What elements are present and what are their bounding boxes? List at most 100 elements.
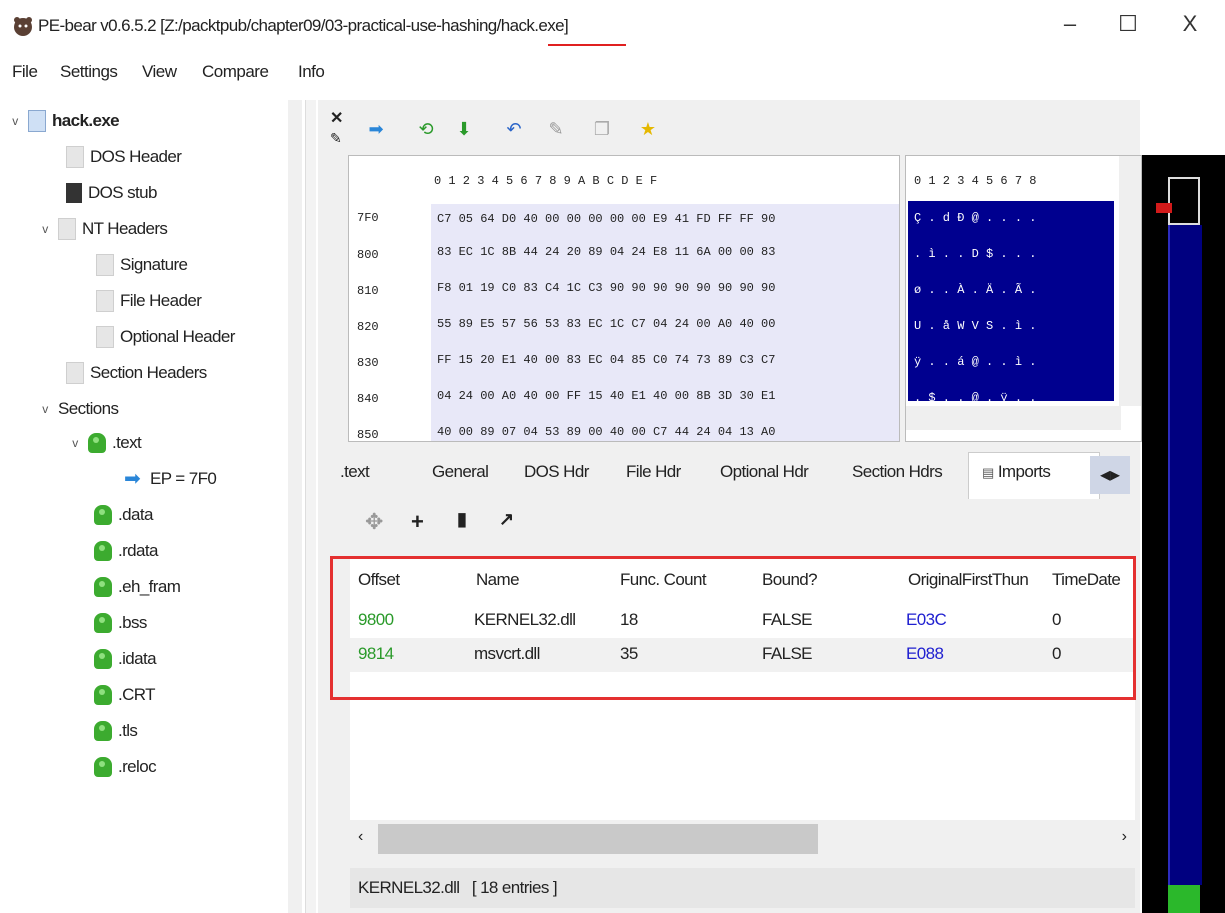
tree-item-file-header[interactable]: File Header	[96, 286, 202, 316]
tree-item-signature[interactable]: Signature	[96, 250, 188, 280]
add-icon[interactable]: +	[411, 509, 424, 535]
menu-info[interactable]: Info	[298, 62, 325, 82]
section-map[interactable]	[1142, 155, 1225, 913]
tree-item-tls-section[interactable]: .tls	[94, 716, 138, 746]
hex-address: 810	[357, 284, 379, 298]
section-frog-icon	[88, 433, 106, 453]
menu-settings[interactable]: Settings	[60, 62, 118, 82]
title-bar: PE-bear v0.6.5.2 [Z:/packtpub/chapter09/…	[0, 0, 1225, 58]
go-to-arrow-icon[interactable]: ➡	[365, 118, 387, 140]
tree-item-text-section[interactable]: v .text	[68, 428, 142, 458]
tab-scroll-arrows-icon[interactable]: ◂▸	[1090, 456, 1130, 494]
tree-label: NT Headers	[82, 219, 168, 238]
tree-label: DOS Header	[90, 147, 182, 166]
scroll-right-icon[interactable]: ›	[1122, 828, 1127, 846]
tree-item-sections[interactable]: v Sections	[38, 394, 119, 424]
chevron-down-icon[interactable]: v	[38, 222, 52, 236]
panel-splitter[interactable]	[305, 100, 316, 913]
close-button[interactable]: X	[1170, 8, 1210, 40]
hex-bytes-row[interactable]: 40 00 89 07 04 53 89 00 40 00 C7 44 24 0…	[431, 414, 899, 441]
scrollbar-thumb[interactable]	[378, 824, 818, 854]
tree-label: hack.exe	[52, 111, 120, 130]
tree-item-data-section[interactable]: .data	[94, 500, 153, 530]
move-icon[interactable]: ✥	[365, 509, 383, 535]
tree-item-rdata-section[interactable]: .rdata	[94, 536, 158, 566]
pin-icon[interactable]: ✎	[330, 130, 342, 147]
hex-address: 820	[357, 320, 379, 334]
hex-bytes-row[interactable]: C7 05 64 D0 40 00 00 00 00 00 E9 41 FD F…	[431, 204, 899, 234]
document-icon	[96, 326, 114, 348]
menu-bar: File Settings View Compare Info	[0, 62, 400, 90]
hex-dump-view[interactable]: 0 1 2 3 4 5 6 7 8 9 A B C D E F 7F0 C7 0…	[348, 155, 900, 442]
hex-bytes-row[interactable]: FF 15 20 E1 40 00 83 EC 04 85 C0 74 73 8…	[431, 342, 899, 378]
imports-toolbar: ✥ + ▮ ↗	[355, 505, 655, 541]
tab-dos-hdr[interactable]: DOS Hdr	[524, 462, 589, 482]
close-panel-icon[interactable]: ✕	[330, 108, 343, 128]
section-frog-icon	[94, 505, 112, 525]
tree-item-idata-section[interactable]: .idata	[94, 644, 157, 674]
tab-imports[interactable]: ▤ Imports	[982, 462, 1051, 482]
chevron-down-icon[interactable]: v	[38, 402, 52, 416]
file-icon	[28, 110, 46, 132]
scroll-left-icon[interactable]: ‹	[358, 828, 363, 846]
reload-icon[interactable]: ⟲	[415, 118, 437, 140]
chevron-down-icon[interactable]: v	[8, 114, 22, 128]
edit-icon[interactable]: ✎	[545, 118, 567, 140]
tree-label: .reloc	[118, 757, 157, 776]
hex-bytes-row[interactable]: F8 01 19 C0 83 C4 1C C3 90 90 90 90 90 9…	[431, 270, 899, 306]
tree-item-crt-section[interactable]: .CRT	[94, 680, 156, 710]
pointer-icon[interactable]: ↗	[499, 509, 514, 530]
tree-item-reloc-section[interactable]: .reloc	[94, 752, 157, 782]
tree-item-dos-header[interactable]: DOS Header	[66, 142, 182, 172]
hex-bytes-row[interactable]: 04 24 00 A0 40 00 FF 15 40 E1 40 00 8B 3…	[431, 378, 899, 414]
chevron-down-icon[interactable]: v	[68, 436, 82, 450]
section-map-viewport	[1168, 177, 1200, 225]
highlight-box	[330, 556, 1136, 700]
tree-item-section-headers[interactable]: Section Headers	[66, 358, 207, 388]
tree-label: Section Headers	[90, 363, 207, 382]
tree-item-dos-stub[interactable]: DOS stub	[66, 178, 158, 208]
hex-bytes-row[interactable]: 83 EC 1C 8B 44 24 20 89 04 24 E8 11 6A 0…	[431, 234, 899, 270]
imports-horizontal-scrollbar[interactable]: ‹ ›	[350, 822, 1135, 856]
tree-label: .eh_fram	[118, 577, 181, 596]
ascii-row: ÿ . . á @ . . ì .	[914, 355, 1037, 369]
tab-general[interactable]: General	[432, 462, 489, 482]
section-frog-icon	[94, 757, 112, 777]
copy-icon[interactable]: ❐	[591, 118, 613, 140]
tree-item-entry-point[interactable]: ➡ EP = 7F0	[124, 464, 217, 494]
window-title: PE-bear v0.6.5.2 [Z:/packtpub/chapter09/…	[38, 16, 569, 35]
clipboard-icon[interactable]: ▮	[457, 509, 467, 530]
tree-label: .data	[118, 505, 153, 524]
ascii-row: Ç . d Ð @ . . . .	[914, 211, 1037, 225]
save-icon[interactable]: ⬇	[453, 118, 475, 140]
tree-scrollbar[interactable]	[288, 100, 302, 913]
ascii-view[interactable]: 0 1 2 3 4 5 6 7 8 Ç . d Ð @ . . . . . ì …	[905, 155, 1142, 442]
menu-file[interactable]: File	[12, 62, 38, 82]
tab-text[interactable]: .text	[340, 462, 370, 482]
hex-address: 850	[357, 428, 379, 442]
tree-item-nt-headers[interactable]: v NT Headers	[38, 214, 168, 244]
ascii-row: . $ . . @ . ÿ . .	[914, 391, 1037, 405]
menu-view[interactable]: View	[142, 62, 177, 82]
tree-item-eh-fram-section[interactable]: .eh_fram	[94, 572, 181, 602]
tree-item-bss-section[interactable]: .bss	[94, 608, 147, 638]
ascii-vertical-scrollbar[interactable]	[1119, 156, 1141, 406]
list-icon: ▤	[982, 465, 994, 480]
tree-label: .idata	[118, 649, 157, 668]
tree-item-optional-header[interactable]: Optional Header	[96, 322, 235, 352]
ascii-horizontal-scrollbar[interactable]	[906, 406, 1121, 430]
star-icon[interactable]: ★	[637, 118, 659, 140]
tree-label: File Header	[120, 291, 202, 310]
tab-file-hdr[interactable]: File Hdr	[626, 462, 681, 482]
minimize-button[interactable]: –	[1050, 8, 1090, 40]
hex-bytes-row[interactable]: 55 89 E5 57 56 53 83 EC 1C C7 04 24 00 A…	[431, 306, 899, 342]
status-text: KERNEL32.dll [ 18 entries ]	[358, 878, 558, 897]
section-frog-icon	[94, 721, 112, 741]
undo-icon[interactable]: ↶	[503, 118, 525, 140]
menu-compare[interactable]: Compare	[202, 62, 269, 82]
maximize-button[interactable]: ☐	[1108, 8, 1148, 40]
tree-item-hack-exe[interactable]: v hack.exe	[8, 106, 120, 136]
tab-section-hdrs[interactable]: Section Hdrs	[852, 462, 943, 482]
tab-imports-label: Imports	[997, 462, 1051, 481]
tab-optional-hdr[interactable]: Optional Hdr	[720, 462, 809, 482]
